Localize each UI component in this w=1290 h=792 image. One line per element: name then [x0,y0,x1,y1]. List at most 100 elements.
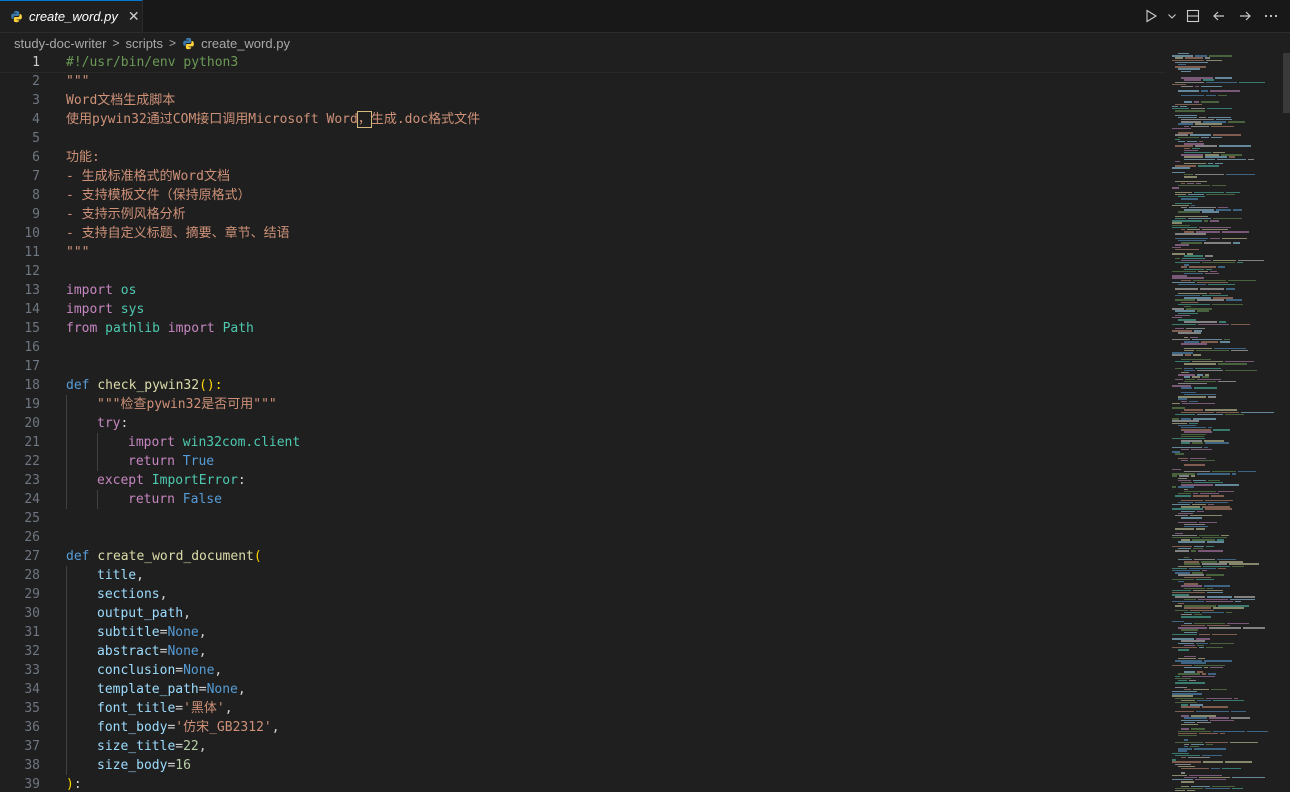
line-number: 1 [32,55,40,70]
minimap-line [1178,581,1184,583]
minimap[interactable] [1168,53,1278,792]
python-icon [182,37,195,50]
code-text: import sys [66,300,144,319]
code-line[interactable]: 22 return True [0,452,1166,471]
code-line[interactable]: 32 abstract=None, [0,642,1166,661]
line-number: 23 [24,473,40,488]
vertical-scrollbar[interactable] [1283,53,1290,792]
minimap-line [1222,768,1241,770]
code-text: size_body=16 [97,756,191,775]
code-line[interactable]: 6 功能: [0,148,1166,167]
code-line[interactable]: 2 """ [0,72,1166,91]
play-icon[interactable] [1140,5,1162,27]
code-line[interactable]: 17 [0,357,1166,376]
code-editor[interactable]: 1 #!/usr/bin/env python3 2 """ 3 Word文档生成脚本 4 使… [0,53,1166,792]
minimap-line [1172,127,1191,130]
indent-guide [66,737,67,756]
minimap-line [1226,299,1242,301]
code-line[interactable]: 19 """检查pywin32是否可用""" [0,395,1166,414]
code-line[interactable]: 21 import win32com.client [0,433,1166,452]
code-line[interactable]: 33 conclusion=None, [0,661,1166,680]
breadcrumb-subfolder[interactable]: scripts [125,36,163,51]
code-token: ImportError [151,473,238,488]
code-line[interactable]: 16 [0,338,1166,357]
code-line[interactable]: 36 font_body='仿宋_GB2312', [0,718,1166,737]
minimap-line [1204,220,1208,222]
minimap-line [1172,600,1204,603]
minimap-line [1191,204,1195,207]
code-line[interactable]: 4 使用pywin32通过COM接口调用Microsoft Word，生成.doc… [0,110,1166,129]
code-line[interactable]: 7 - 生成标准格式的Word文档 [0,167,1166,186]
close-icon[interactable]: ✕ [128,8,140,25]
code-line[interactable]: 10 - 支持自定义标题、摘要、章节、结语 [0,224,1166,243]
code-line[interactable]: 8 - 支持模板文件（保持原格式） [0,186,1166,205]
minimap-line [1197,374,1203,376]
code-line[interactable]: 27 def create_word_document( [0,547,1166,566]
minimap-line [1231,350,1248,352]
minimap-line [1181,699,1195,702]
minimap-line [1192,572,1203,574]
code-line[interactable]: 15 from pathlib import Path [0,319,1166,338]
minimap-line [1207,596,1232,598]
minimap-line [1181,506,1200,508]
minimap-line [1178,319,1196,321]
split-editor-icon[interactable] [1182,5,1204,27]
code-line[interactable]: 31 subtitle=None, [0,623,1166,642]
code-line[interactable]: 34 template_path=None, [0,680,1166,699]
minimap-line [1172,220,1202,222]
minimap-line [1197,671,1203,673]
code-line[interactable]: 5 [0,129,1166,148]
minimap-line [1192,376,1200,378]
code-line[interactable]: 20 try: [0,414,1166,433]
chevron-down-icon[interactable] [1166,5,1178,27]
minimap-line [1181,484,1213,486]
code-line[interactable]: 3 Word文档生成脚本 [0,91,1166,110]
code-line[interactable]: 38 size_body=16 [0,756,1166,775]
minimap-line [1226,191,1240,193]
minimap-line [1175,145,1193,147]
code-line[interactable]: 24 return False [0,490,1166,509]
minimap-line [1198,165,1219,167]
minimap-line [1222,237,1247,240]
ellipsis-icon[interactable] [1260,5,1282,27]
minimap-line [1182,675,1215,677]
minimap-line [1184,367,1193,369]
minimap-line [1172,317,1182,319]
scrollbar-thumb[interactable] [1283,53,1290,113]
code-line[interactable]: 25 [0,509,1166,528]
code-token: """ [66,245,90,260]
tab-create-word[interactable]: create_word.py ✕ [0,0,143,32]
minimap-line [1193,495,1209,497]
code-line[interactable]: 12 [0,262,1166,281]
code-text: 功能: [66,148,100,167]
minimap-line [1184,363,1216,365]
minimap-line [1181,391,1196,394]
code-line[interactable]: 13 import os [0,281,1166,300]
code-line[interactable]: 28 title, [0,566,1166,585]
code-line[interactable]: 23 except ImportError: [0,471,1166,490]
minimap-line [1237,262,1243,264]
minimap-line [1181,772,1185,774]
code-line[interactable]: 14 import sys [0,300,1166,319]
minimap-line [1175,61,1208,64]
code-line[interactable]: 1 #!/usr/bin/env python3 [0,53,1166,73]
code-line[interactable]: 9 - 支持示例风格分析 [0,205,1166,224]
code-line[interactable]: 29 sections, [0,585,1166,604]
minimap-line [1191,785,1210,787]
arrow-right-icon[interactable] [1234,5,1256,27]
code-line[interactable]: 26 [0,528,1166,547]
code-line[interactable]: 18 def check_pywin32(): [0,376,1166,395]
breadcrumb-folder[interactable]: study-doc-writer [14,36,106,51]
code-line[interactable]: 37 size_title=22, [0,737,1166,756]
breadcrumb-file[interactable]: create_word.py [201,36,290,51]
indent-guide [66,452,67,471]
minimap-line [1191,449,1212,451]
minimap-line [1234,596,1255,598]
minimap-line [1243,627,1265,629]
minimap-line [1190,609,1214,611]
code-line[interactable]: 39): [0,775,1166,792]
arrow-left-icon[interactable] [1208,5,1230,27]
code-line[interactable]: 35 font_title='黑体', [0,699,1166,718]
code-line[interactable]: 30 output_path, [0,604,1166,623]
code-line[interactable]: 11 """ [0,243,1166,262]
